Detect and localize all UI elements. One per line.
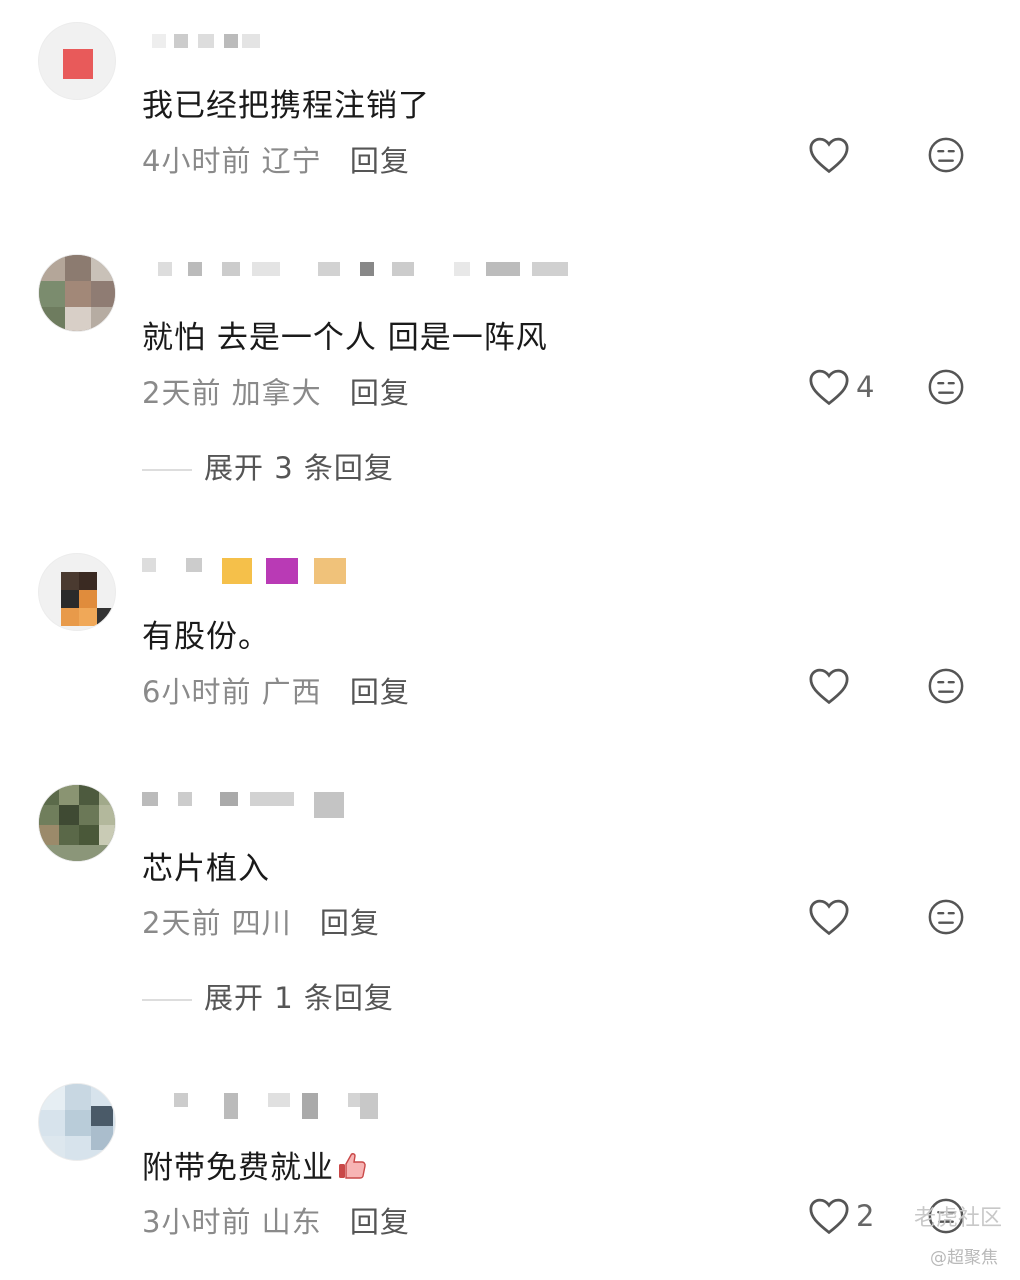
expand-replies-button[interactable]: 展开 3 条回复: [142, 445, 394, 487]
comment-text-body: 附带免费就业: [142, 1150, 334, 1186]
neutral-face-icon: [928, 137, 964, 173]
comment-time: 3小时前: [142, 1205, 252, 1239]
thumbs-up-emoji-icon: [339, 1153, 366, 1179]
neutral-face-icon: [928, 369, 964, 405]
reply-button[interactable]: 回复: [350, 675, 410, 709]
comment-meta: 6小时前 广西 回复: [142, 669, 410, 711]
reply-button[interactable]: 回复: [320, 906, 380, 940]
like-button[interactable]: [808, 136, 852, 176]
comment-meta: 2天前 加拿大 回复: [142, 370, 410, 412]
comment-time: 2天前: [142, 906, 222, 940]
expand-replies-label: 展开 1 条回复: [204, 981, 394, 1015]
expand-replies-label: 展开 3 条回复: [204, 451, 394, 485]
comment-meta: 4小时前 辽宁 回复: [142, 138, 410, 180]
heart-icon: [809, 899, 849, 936]
comment-text: 我已经把携程注销了: [142, 88, 430, 124]
reply-button[interactable]: 回复: [350, 1205, 410, 1239]
comment-meta: 3小时前 山东 回复: [142, 1199, 410, 1241]
heart-icon: [809, 369, 849, 406]
heart-icon: [809, 668, 849, 705]
comment-time: 2天前: [142, 376, 222, 410]
comment-time: 6小时前: [142, 675, 252, 709]
comment-location: 四川: [231, 906, 292, 940]
avatar[interactable]: [38, 1083, 116, 1161]
dislike-button[interactable]: [927, 368, 967, 408]
reply-button[interactable]: 回复: [350, 376, 410, 410]
avatar[interactable]: [38, 22, 116, 100]
like-button[interactable]: [808, 1197, 852, 1237]
like-button[interactable]: [808, 368, 852, 408]
neutral-face-icon: [928, 668, 964, 704]
comment-time: 4小时前: [142, 144, 252, 178]
like-count: 4: [856, 370, 875, 404]
heart-icon: [809, 1198, 849, 1235]
dislike-button[interactable]: [927, 667, 967, 707]
comment-text: 有股份。: [142, 619, 270, 655]
comment-location: 广西: [261, 675, 322, 709]
comment-location: 辽宁: [261, 144, 322, 178]
divider-line: [142, 469, 192, 471]
neutral-face-icon: [928, 899, 964, 935]
like-button[interactable]: [808, 898, 852, 938]
dislike-button[interactable]: [927, 136, 967, 176]
comment-location: 加拿大: [231, 376, 322, 410]
expand-replies-button[interactable]: 展开 1 条回复: [142, 975, 394, 1017]
avatar[interactable]: [38, 784, 116, 862]
comment-text: 就怕 去是一个人 回是一阵风: [142, 320, 548, 356]
avatar[interactable]: [38, 553, 116, 631]
comment-text: 芯片植入: [142, 851, 270, 887]
like-count: 2: [856, 1199, 875, 1233]
reply-button[interactable]: 回复: [350, 144, 410, 178]
watermark: 老虎社区: [913, 1206, 1002, 1231]
comment-meta: 2天前 四川 回复: [142, 900, 380, 942]
comment-text: 附带免费就业: [142, 1142, 368, 1187]
divider-line: [142, 999, 192, 1001]
watermark-handle: @超聚焦: [930, 1248, 998, 1268]
dislike-button[interactable]: [927, 898, 967, 938]
comment-location: 山东: [261, 1205, 322, 1239]
like-button[interactable]: [808, 667, 852, 707]
avatar[interactable]: [38, 254, 116, 332]
heart-icon: [809, 137, 849, 174]
